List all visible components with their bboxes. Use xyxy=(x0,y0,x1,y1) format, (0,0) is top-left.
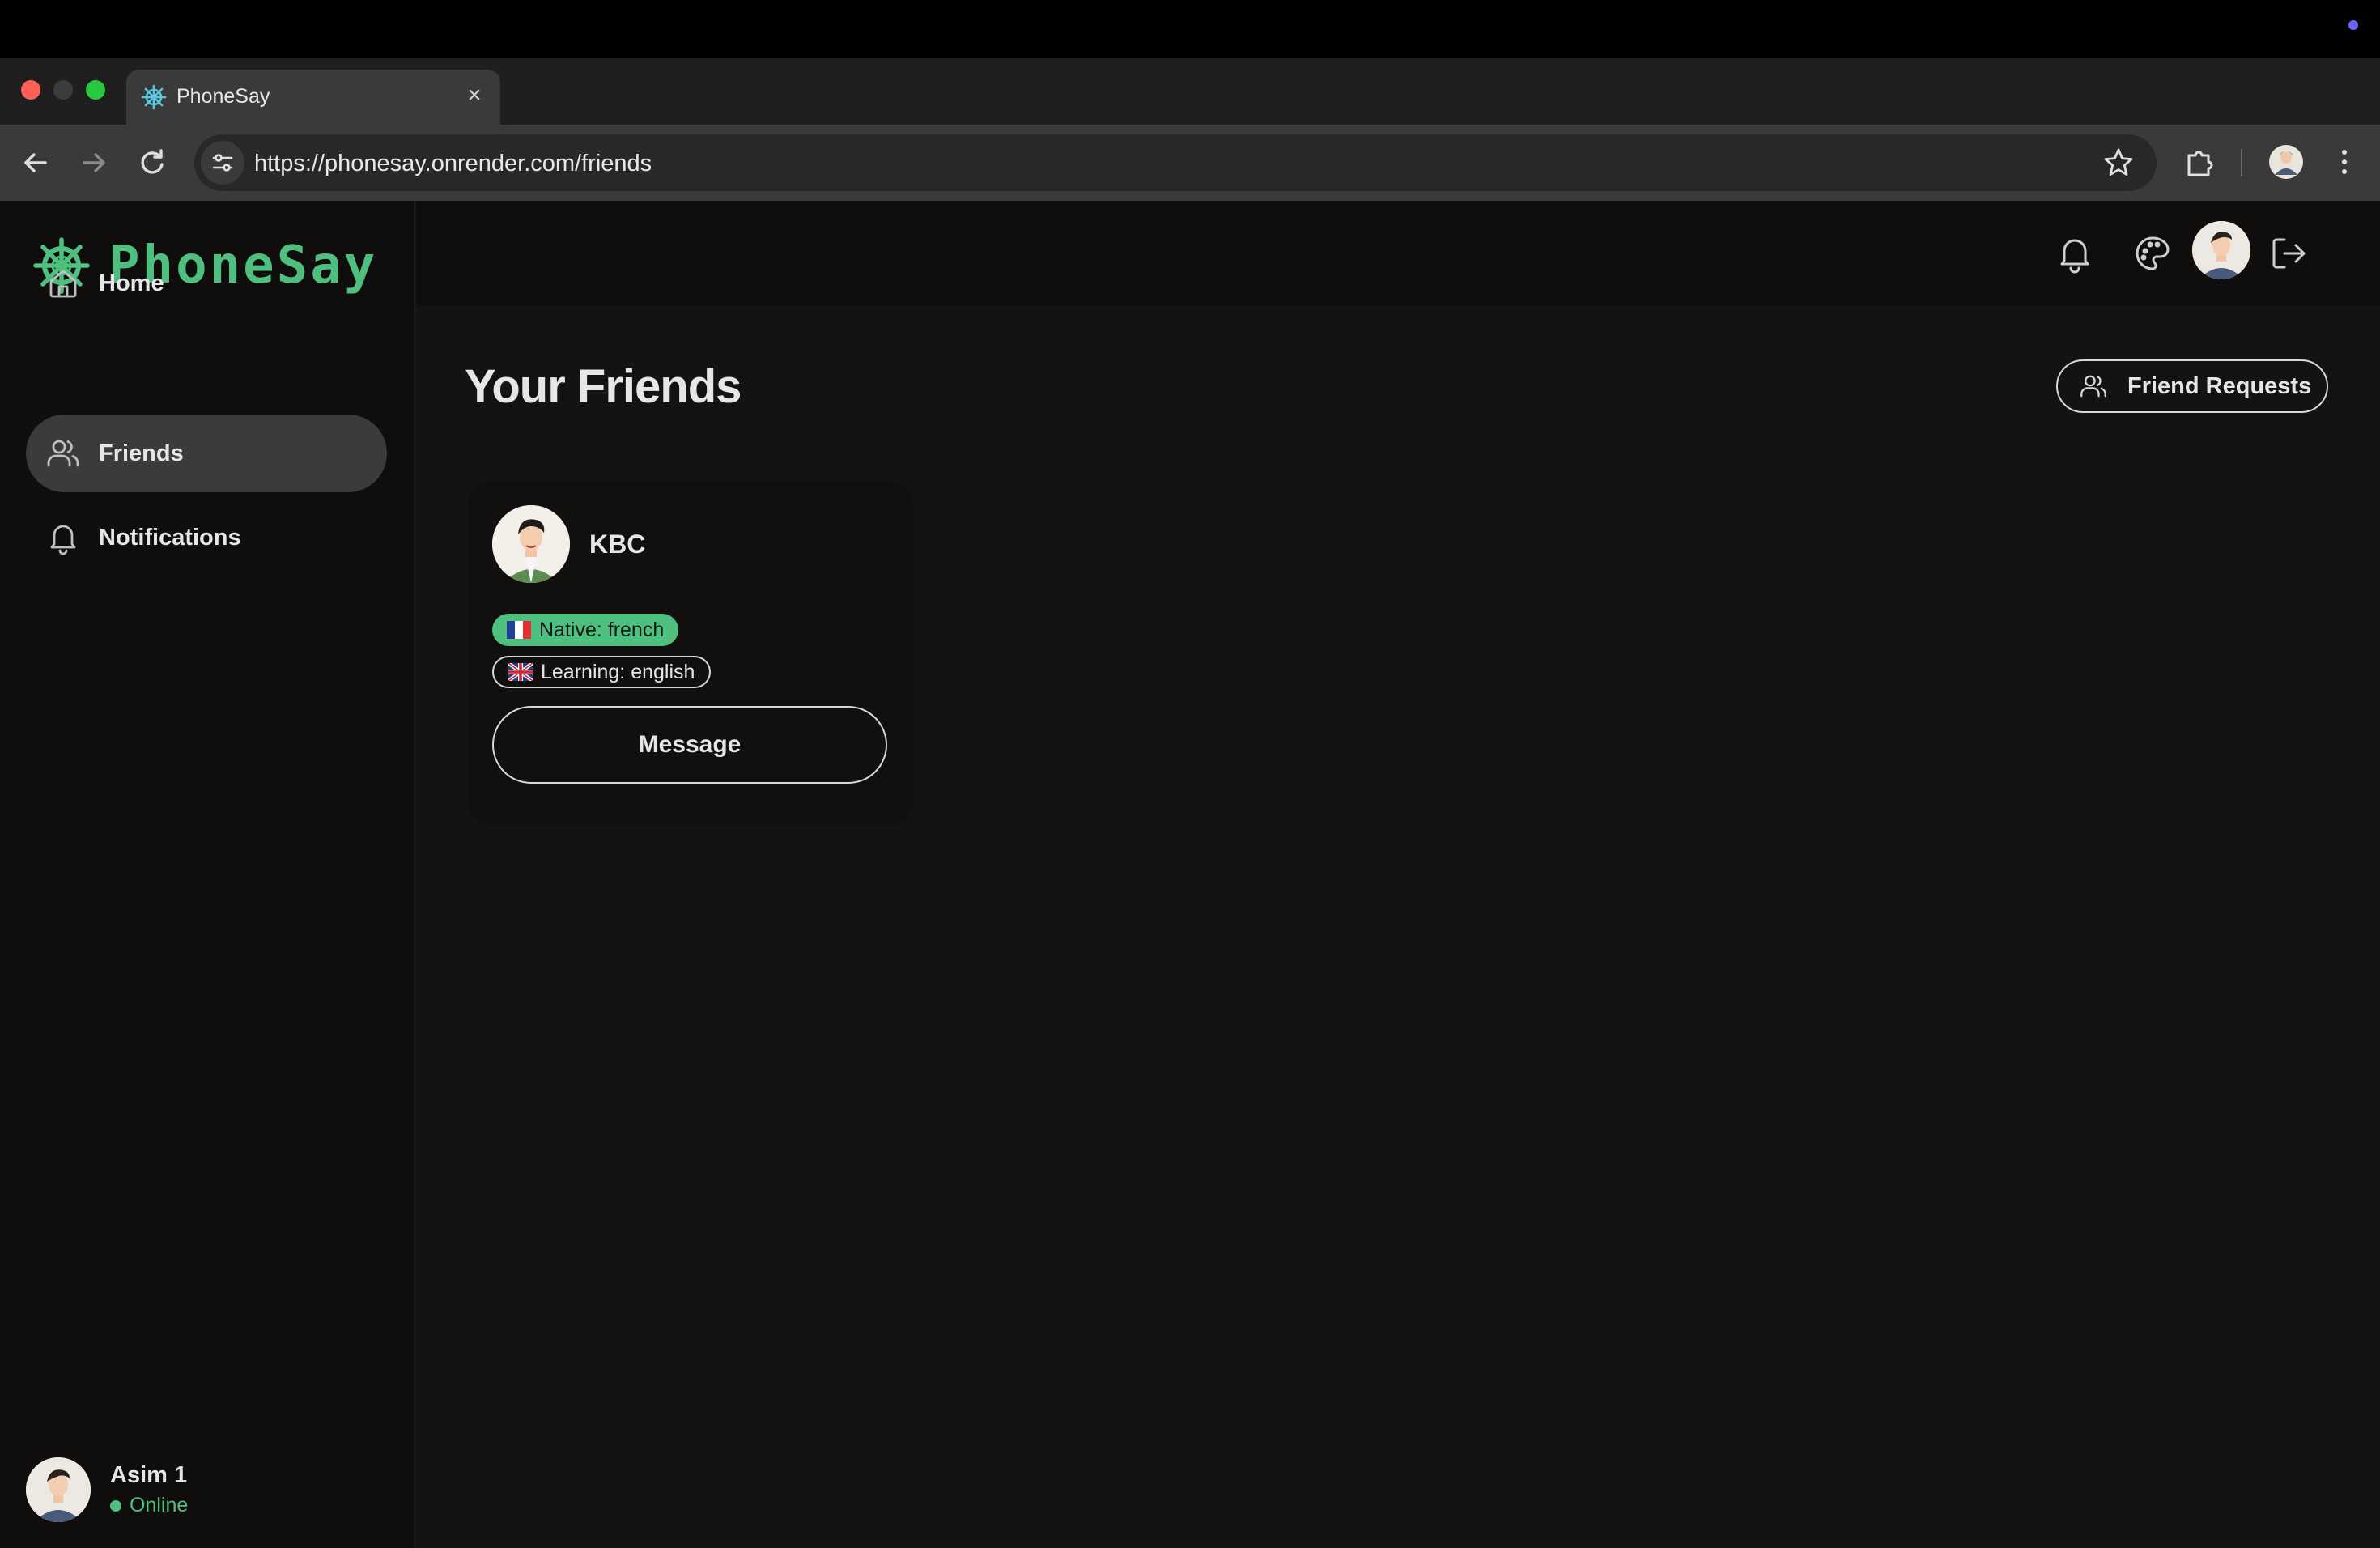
tab-title: PhoneSay xyxy=(176,85,270,108)
browser-toolbar: https://phonesay.onrender.com/friends xyxy=(0,125,2380,201)
window-minimize-button[interactable] xyxy=(53,80,73,100)
palette-icon[interactable] xyxy=(2131,232,2174,275)
reload-icon[interactable] xyxy=(133,143,172,182)
user-status: Online xyxy=(110,1494,188,1517)
browser-tabstrip: PhoneSay × + xyxy=(0,58,2380,168)
user-name: Asim 1 xyxy=(110,1462,188,1488)
back-arrow-icon[interactable] xyxy=(16,143,55,182)
browser-tab[interactable]: PhoneSay × xyxy=(126,70,500,125)
sidebar-item-label: Home xyxy=(99,270,164,296)
app-page: PhoneSay Home Friends Notifications Asim… xyxy=(0,201,2380,1548)
bell-icon xyxy=(50,525,76,555)
helm-icon xyxy=(141,84,167,110)
friend-requests-label: Friend Requests xyxy=(2127,372,2312,399)
toolbar-divider xyxy=(2241,149,2242,176)
native-language-badge: Native: french xyxy=(492,614,679,646)
extensions-icon[interactable] xyxy=(2179,142,2218,181)
friend-name: KBC xyxy=(589,529,646,559)
learning-language-text: Learning: english xyxy=(541,660,695,683)
window-close-button[interactable] xyxy=(21,80,40,100)
sidebar-item-home[interactable]: Home xyxy=(26,245,387,322)
online-dot-icon xyxy=(110,1499,121,1512)
sidebar-item-label: Notifications xyxy=(99,524,241,551)
os-menu-bar xyxy=(0,0,2380,58)
site-info-button[interactable] xyxy=(201,141,244,185)
status-dot-icon xyxy=(2348,20,2358,30)
avatar[interactable] xyxy=(2192,221,2250,279)
current-user[interactable]: Asim 1 Online xyxy=(26,1457,188,1522)
home-icon xyxy=(49,270,77,298)
avatar xyxy=(26,1457,91,1522)
tune-icon xyxy=(212,154,233,172)
friend-card: KBC Native: french Learning: english Mes… xyxy=(468,481,913,826)
tab-close-icon[interactable]: × xyxy=(460,81,489,110)
user-status-text: Online xyxy=(130,1494,189,1516)
uk-flag-icon xyxy=(508,663,533,681)
avatar xyxy=(492,505,570,583)
sidebar-item-label: Friends xyxy=(99,440,184,466)
logout-icon[interactable] xyxy=(2267,232,2310,275)
friend-requests-button[interactable]: Friend Requests xyxy=(2056,359,2328,413)
forward-arrow-icon[interactable] xyxy=(74,143,113,182)
page-title: Your Friends xyxy=(465,360,742,413)
url-text: https://phonesay.onrender.com/friends xyxy=(254,151,652,176)
window-zoom-button[interactable] xyxy=(86,80,105,100)
message-button[interactable]: Message xyxy=(492,706,887,784)
profile-avatar-icon[interactable] xyxy=(2267,142,2306,181)
native-language-text: Native: french xyxy=(539,618,665,641)
bell-icon[interactable] xyxy=(2053,232,2097,275)
address-bar[interactable]: https://phonesay.onrender.com/friends xyxy=(194,134,2157,191)
bookmark-star-icon[interactable] xyxy=(2102,146,2136,180)
sidebar-item-notifications[interactable]: Notifications xyxy=(26,499,387,576)
users-icon xyxy=(2080,375,2106,398)
learning-language-badge: Learning: english xyxy=(492,656,712,688)
sidebar: PhoneSay Home Friends Notifications Asim… xyxy=(0,201,416,1548)
france-flag-icon xyxy=(507,621,531,639)
sidebar-item-friends[interactable]: Friends xyxy=(26,415,387,492)
users-icon xyxy=(47,440,79,467)
more-vertical-icon[interactable] xyxy=(2325,142,2364,181)
